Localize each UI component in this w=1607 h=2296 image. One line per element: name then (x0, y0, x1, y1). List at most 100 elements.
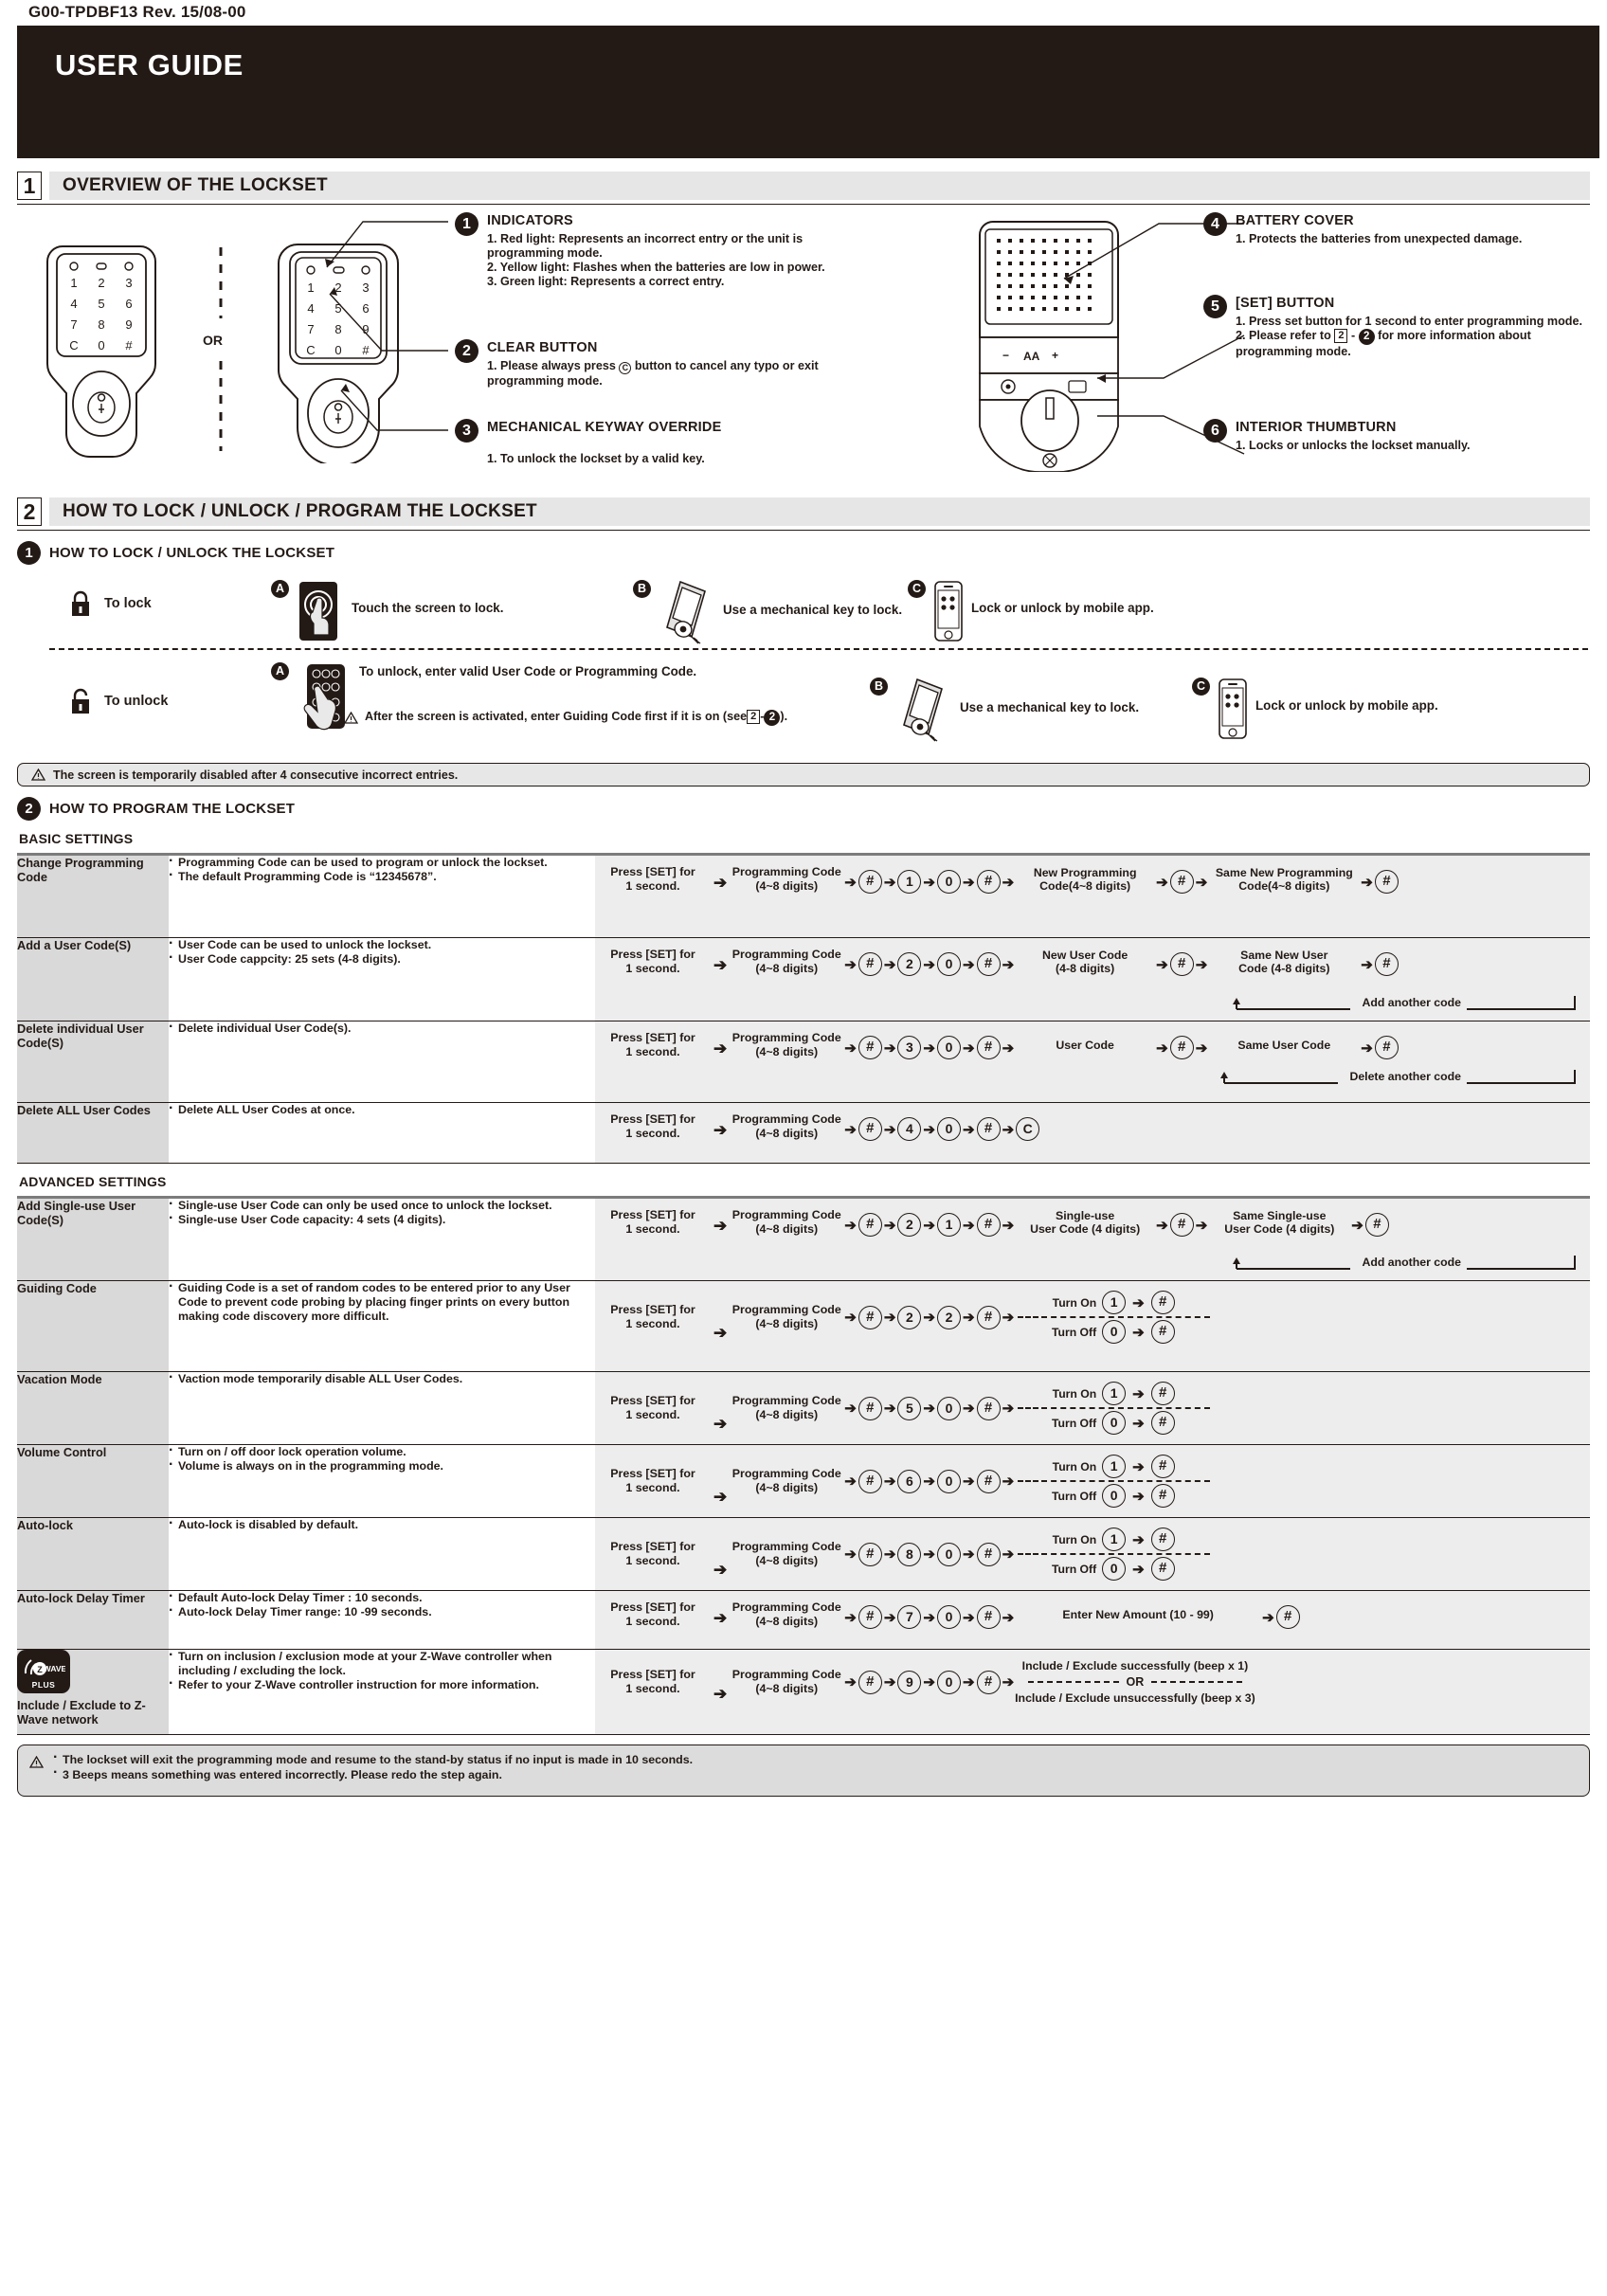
arrow-icon: ➔ (1002, 1401, 1015, 1417)
advanced-settings-table: Add Single-use User Code(S) Single-use U… (17, 1196, 1590, 1735)
svg-text:3: 3 (125, 276, 132, 290)
press-set-line2: 1 second. (625, 1045, 680, 1058)
table-row: Z WAVE PLUS Include / Exclude to Z-Wave … (17, 1648, 1590, 1735)
row-name: Change Programming Code (17, 856, 144, 884)
unlock-option-a-badge: A (271, 662, 289, 680)
press-set-line2: 1 second. (625, 1408, 680, 1421)
prog-code-line1: Programming Code (731, 865, 841, 878)
row-desc-item: Auto-lock Delay Timer range: 10 -99 seco… (169, 1603, 595, 1619)
press-set-line1: Press [SET] for (610, 1540, 695, 1553)
arrow-icon: ➔ (1195, 1217, 1208, 1234)
arrow-icon: ➔ (1156, 1217, 1168, 1234)
arrow-icon: ➔ (1002, 1040, 1015, 1057)
screen-disabled-warning: The screen is temporarily disabled after… (17, 763, 1590, 786)
key-digit: 2 (936, 1305, 961, 1329)
result-dash-right (1151, 1681, 1243, 1683)
row-desc-cell: Programming Code can be used to program … (169, 854, 595, 938)
arrow-icon: ➔ (923, 874, 935, 891)
clear-line-cont: programming mode. (487, 374, 603, 388)
key-digit: 1 (1102, 1528, 1127, 1551)
row-name-cell: Auto-lock Delay Timer (17, 1590, 169, 1650)
mid-label-line1: Single-use (1056, 1209, 1115, 1222)
turn-off-label: Turn Off (1051, 1416, 1097, 1430)
key-sequence: ➔ # ➔ 6 ➔ 0 ➔ # ➔ (843, 1469, 1015, 1493)
arrow-icon: ➔ (1002, 1546, 1015, 1563)
unlock-note-pre: After the screen is activated, enter Gui… (365, 710, 748, 723)
key-digit: 0 (1102, 1411, 1127, 1435)
arrow-icon: ➔ (1132, 1294, 1145, 1311)
row-desc-cell: Default Auto-lock Delay Timer : 10 secon… (169, 1589, 595, 1650)
subsection-2-title: HOW TO PROGRAM THE LOCKSET (49, 801, 296, 817)
row-desc-cell: Turn on / off door lock operation volume… (169, 1443, 595, 1518)
lock-option-c-badge: C (908, 580, 926, 598)
row-name-cell: Add a User Code(S) (17, 937, 169, 1021)
arrow-icon: ➔ (923, 1401, 935, 1417)
arrow-icon: ➔ (1361, 956, 1373, 973)
key-digit: 1 (936, 1213, 961, 1237)
key-hash: # (976, 952, 1001, 976)
key-sequence: ➔ # ➔ 8 ➔ 0 ➔ # ➔ (843, 1542, 1015, 1566)
row-steps-cell: Press [SET] for 1 second. ➔ Programming … (595, 1444, 1590, 1518)
svg-text:C: C (69, 338, 78, 353)
arrow-icon: ➔ (844, 1217, 857, 1234)
callout-number-6: 6 (1203, 419, 1227, 443)
end-label-line2: Code(4~8 digits) (1238, 879, 1330, 893)
arrow-icon: ➔ (883, 1473, 896, 1490)
row-steps-cell: Press [SET] for 1 second. ➔ Programming … (595, 1102, 1590, 1164)
arrow-icon: ➔ (1156, 956, 1168, 973)
lock-unlock-divider (49, 648, 1588, 650)
loop-arrow-left-icon (1233, 1257, 1351, 1270)
loop-note-delete: Delete another code (1220, 1068, 1579, 1085)
branch-divider (1041, 1316, 1211, 1318)
key-hash: # (1169, 1036, 1194, 1059)
key-digit: 4 (897, 1117, 922, 1141)
row-name-cell: Vacation Mode (17, 1371, 169, 1445)
arrow-icon: ➔ (1002, 1674, 1015, 1690)
svg-text:WAVE: WAVE (44, 1664, 65, 1673)
page-title: USER GUIDE (55, 48, 244, 81)
warning-triangle-icon (29, 1756, 44, 1768)
arrow-icon: ➔ (923, 1674, 935, 1690)
branch-divider (1041, 1480, 1211, 1482)
key-digit: 0 (1102, 1557, 1127, 1581)
press-set-line2: 1 second. (625, 1317, 680, 1330)
callout-title-set-button: [SET] BUTTON (1236, 296, 1335, 311)
callout-battery-cover: 4 BATTERY COVER 1. Protects the batterie… (1203, 212, 1522, 246)
unlock-option-c-text: Lock or unlock by mobile app. (1255, 698, 1438, 713)
arrow-icon: ➔ (883, 1674, 896, 1690)
arrow-icon: ➔ (962, 1401, 975, 1417)
press-set-line2: 1 second. (625, 1615, 680, 1628)
press-set-line1: Press [SET] for (610, 1467, 695, 1480)
callout-indicators: 1 INDICATORS 1. Red light: Represents an… (455, 212, 825, 289)
on-off-branch: Turn On 1 ➔ # Turn Off 0 ➔ # (1041, 1528, 1211, 1581)
key-hash: # (1150, 1557, 1175, 1581)
callout-clear-lines: 1. Please always press C button to cance… (487, 359, 819, 389)
mobile-phone-icon (934, 581, 963, 642)
svg-text:2: 2 (98, 276, 104, 290)
svg-text:5: 5 (98, 297, 104, 311)
turn-off-line: Turn Off 0 ➔ # (1041, 1320, 1210, 1344)
arrow-icon: ➔ (844, 1310, 857, 1326)
subsection-2-number: 2 (17, 797, 41, 821)
z-wave-icon: Z WAVE (24, 1659, 65, 1675)
row-desc-item: Vaction mode temporarily disable ALL Use… (169, 1370, 595, 1386)
arrow-icon: ➔ (713, 1217, 728, 1235)
mid-label-line1: User Code (1056, 1039, 1114, 1052)
row-desc-item: Delete ALL User Codes at once. (169, 1101, 595, 1117)
arrow-icon: ➔ (1132, 1531, 1145, 1548)
key-hash: # (1374, 952, 1399, 976)
mechanical-key-lock-icon (666, 580, 706, 644)
key-hash: # (858, 1670, 882, 1694)
table-row: Add Single-use User Code(S) Single-use U… (17, 1197, 1590, 1281)
callout-set-lines: 1. Press set button for 1 second to ente… (1236, 315, 1582, 359)
row-steps-cell: Press [SET] for 1 second. ➔ Programming … (595, 1371, 1590, 1445)
arrow-icon: ➔ (883, 1121, 896, 1138)
padlock-closed-icon (72, 590, 89, 616)
section-1-title: OVERVIEW OF THE LOCKSET (49, 172, 1590, 200)
row-steps-cell: Press [SET] for 1 second. ➔ Programming … (595, 854, 1590, 938)
row-name: Auto-lock Delay Timer (17, 1591, 145, 1605)
arrow-icon: ➔ (844, 1040, 857, 1057)
key-digit: 1 (897, 870, 922, 894)
callout-number-5: 5 (1203, 295, 1227, 318)
arrow-icon: ➔ (1156, 1040, 1168, 1057)
